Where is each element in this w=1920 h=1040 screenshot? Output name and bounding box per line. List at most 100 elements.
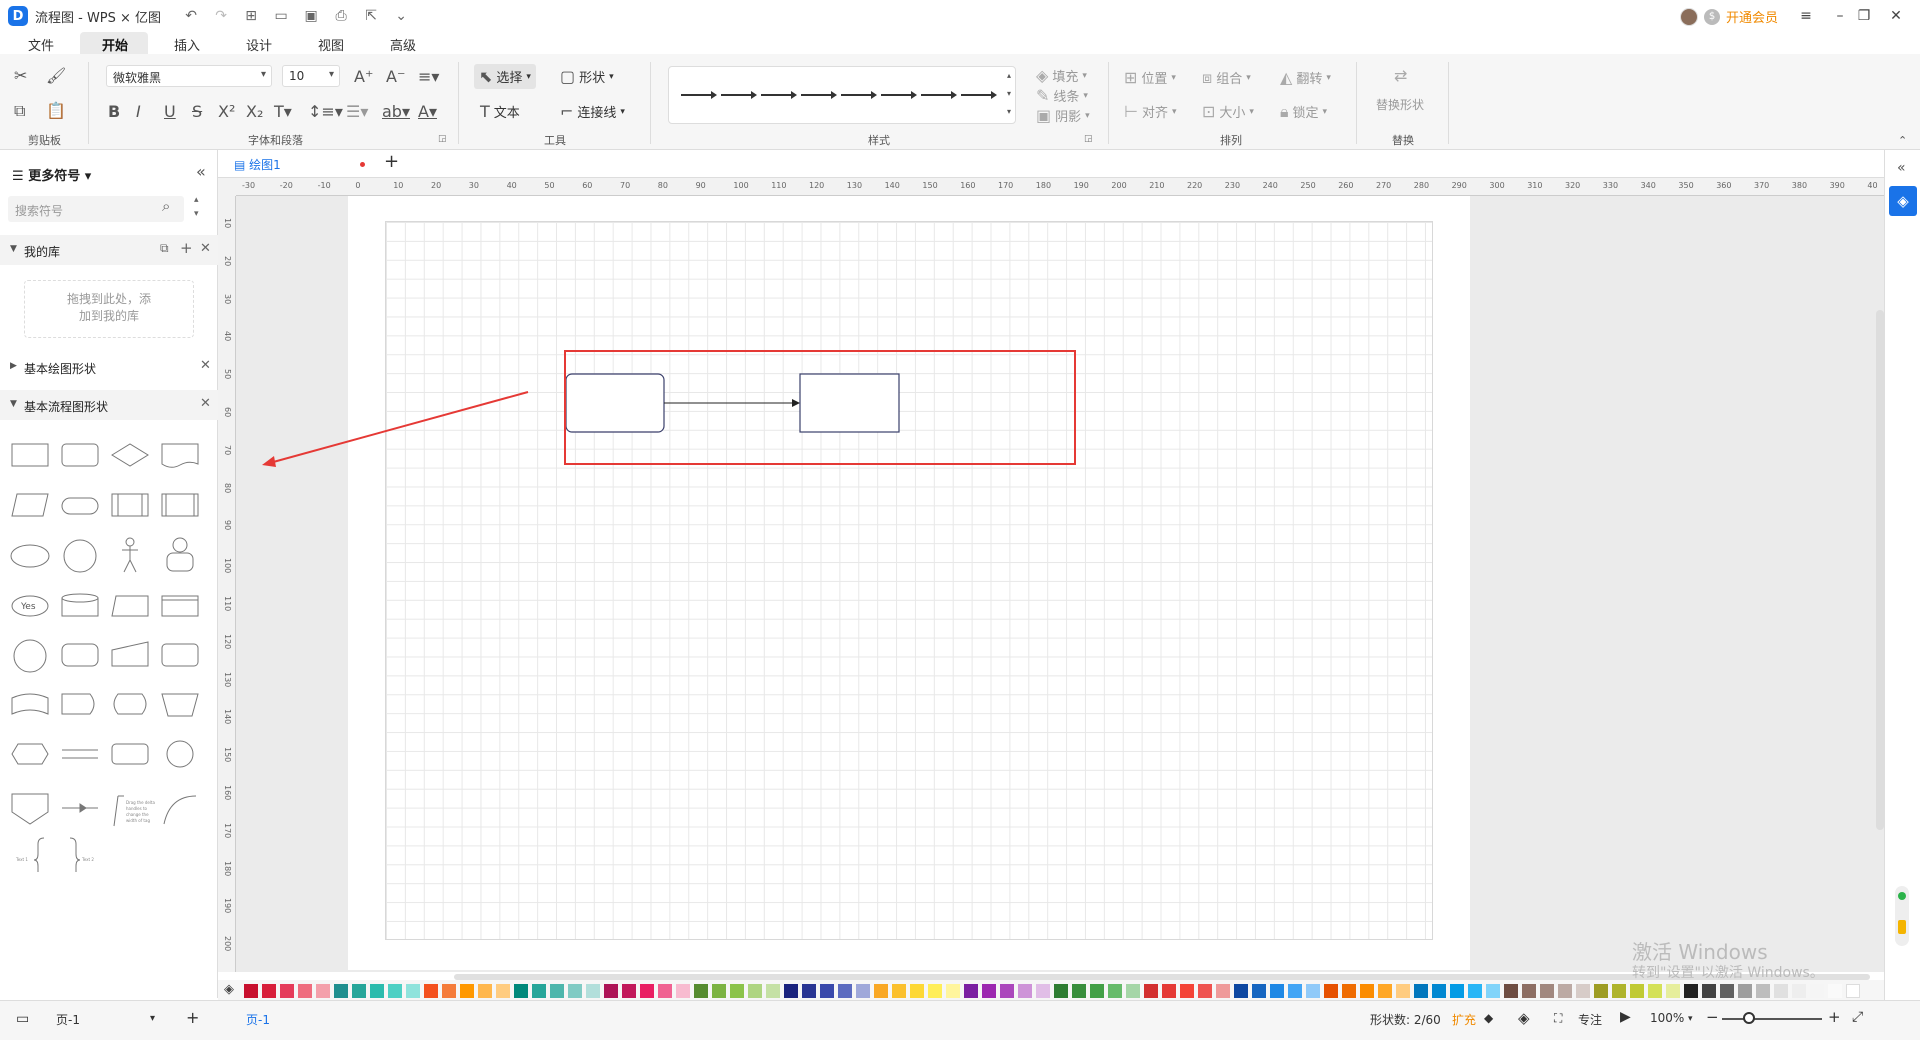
color-swatch[interactable] [640,984,654,998]
copy-icon[interactable]: ⧉ [14,103,25,119]
import-icon[interactable]: ⧉ [160,241,169,256]
undo-icon[interactable]: ↶ [183,8,199,24]
color-swatch[interactable] [676,984,690,998]
color-swatch[interactable] [1666,984,1680,998]
text-case-icon[interactable]: T▾ [274,104,292,120]
paint-bucket-icon[interactable]: ◈ [224,982,234,997]
color-swatch[interactable] [856,984,870,998]
color-swatch[interactable] [712,984,726,998]
color-swatch[interactable] [514,984,528,998]
color-swatch[interactable] [1684,984,1698,998]
line-style-2[interactable] [721,91,757,99]
bold-icon[interactable]: B [108,104,120,120]
line-button[interactable]: ✎ 线条 ▾ [1036,86,1088,105]
subscript-icon[interactable]: X₂ [246,104,263,120]
select-button[interactable]: ⬉ 选择 ▾ [474,64,536,89]
section-basic-drawing[interactable]: ▶ 基本绘图形状 ✕ [0,352,218,382]
color-swatch[interactable] [748,984,762,998]
position-button[interactable]: ⊞ 位置 ▾ [1124,68,1176,87]
color-swatch[interactable] [1108,984,1122,998]
color-swatch[interactable] [244,984,258,998]
color-swatch[interactable] [1054,984,1068,998]
play-icon[interactable]: ▶ [1620,1009,1631,1025]
color-swatch[interactable] [1648,984,1662,998]
gallery-down-icon[interactable]: ▾ [1007,89,1011,98]
print-icon[interactable]: ⎙ [333,8,349,24]
close-button[interactable]: ✕ [1886,6,1906,26]
color-swatch[interactable] [784,984,798,998]
color-swatch[interactable] [1504,984,1518,998]
color-swatch[interactable] [1252,984,1266,998]
close-section-icon[interactable]: ✕ [200,358,211,373]
color-swatch[interactable] [298,984,312,998]
gallery-up-icon[interactable]: ▴ [1007,71,1011,80]
color-swatch[interactable] [1792,984,1806,998]
line-style-7[interactable] [921,91,957,99]
zoom-slider[interactable] [1722,1018,1822,1020]
font-size-select[interactable]: 10 ▾ [282,65,340,87]
decrease-font-icon[interactable]: A⁻ [386,69,405,85]
color-swatch[interactable] [874,984,888,998]
color-swatch[interactable] [316,984,330,998]
color-swatch[interactable] [604,984,618,998]
underline-icon[interactable]: U [164,104,176,120]
close-section-icon[interactable]: ✕ [200,241,211,256]
page-dropdown-icon[interactable]: ▾ [150,1013,155,1024]
zoom-slider-handle[interactable] [1743,1012,1755,1024]
page-view-icon[interactable]: ▭ [16,1011,29,1027]
focus-icon[interactable]: ⛶ [1554,1011,1562,1026]
color-swatch[interactable] [532,984,546,998]
add-icon[interactable]: + [180,239,193,257]
size-button[interactable]: ⊡ 大小 ▾ [1202,102,1254,121]
line-style-1[interactable] [681,91,717,99]
color-swatch[interactable] [1216,984,1230,998]
increase-font-icon[interactable]: A⁺ [354,69,373,85]
vip-link[interactable]: 开通会员 [1726,7,1778,26]
color-swatch[interactable] [388,984,402,998]
italic-icon[interactable]: I [136,104,141,120]
line-style-6[interactable] [881,91,917,99]
align-icon[interactable]: ≡▾ [418,69,439,85]
color-swatch[interactable] [1738,984,1752,998]
color-swatch[interactable] [1828,984,1842,998]
expand-link[interactable]: 扩充 [1452,1011,1476,1028]
color-swatch[interactable] [1432,984,1446,998]
tab-advanced[interactable]: 高级 [390,35,416,54]
color-swatch[interactable] [496,984,510,998]
settings-menu-icon[interactable]: ≡ [1796,6,1816,26]
font-dialog-launcher-icon[interactable]: ◲ [438,134,447,144]
gallery-more-icon[interactable]: ▾ [1007,107,1011,116]
color-swatch[interactable] [1594,984,1608,998]
strikethrough-icon[interactable]: S [192,104,202,120]
flip-button[interactable]: ◭ 翻转 ▾ [1280,68,1331,87]
zoom-level[interactable]: 100% [1650,1011,1684,1025]
color-swatch[interactable] [622,984,636,998]
paste-icon[interactable]: 📋 [46,103,66,119]
color-swatch[interactable] [730,984,744,998]
collapse-panel-icon[interactable]: « [196,162,206,181]
fill-button[interactable]: ◈ 填充 ▾ [1036,66,1087,85]
library-drop-zone[interactable]: 拖拽到此处，添 加到我的库 [24,280,194,338]
document-tab[interactable]: ▤ 绘图1 [234,156,281,173]
color-swatch[interactable] [586,984,600,998]
color-swatch[interactable] [910,984,924,998]
replace-shape-button[interactable]: 替换形状 [1376,96,1424,113]
add-tab-icon[interactable]: + [384,151,399,172]
tab-home[interactable]: 开始 [102,35,128,54]
color-swatch[interactable] [1036,984,1050,998]
color-swatch[interactable] [1090,984,1104,998]
symbol-search-input[interactable]: 搜索符号 [8,196,184,222]
list-icon[interactable]: ☰▾ [346,104,368,120]
tab-design[interactable]: 设计 [246,35,272,54]
color-swatch[interactable] [838,984,852,998]
color-swatch[interactable] [1324,984,1338,998]
color-swatch[interactable] [892,984,906,998]
tab-view[interactable]: 视图 [318,35,344,54]
restore-button[interactable]: ❐ [1854,6,1874,26]
more-symbols-button[interactable]: ☰ 更多符号 ▾ [12,165,91,184]
quick-access-menu-icon[interactable]: ⌄ [393,8,409,24]
line-style-4[interactable] [801,91,837,99]
color-swatch[interactable] [1450,984,1464,998]
save-icon[interactable]: ▣ [303,8,319,24]
section-basic-flowchart[interactable]: ▼ 基本流程图形状 ✕ [0,390,218,420]
